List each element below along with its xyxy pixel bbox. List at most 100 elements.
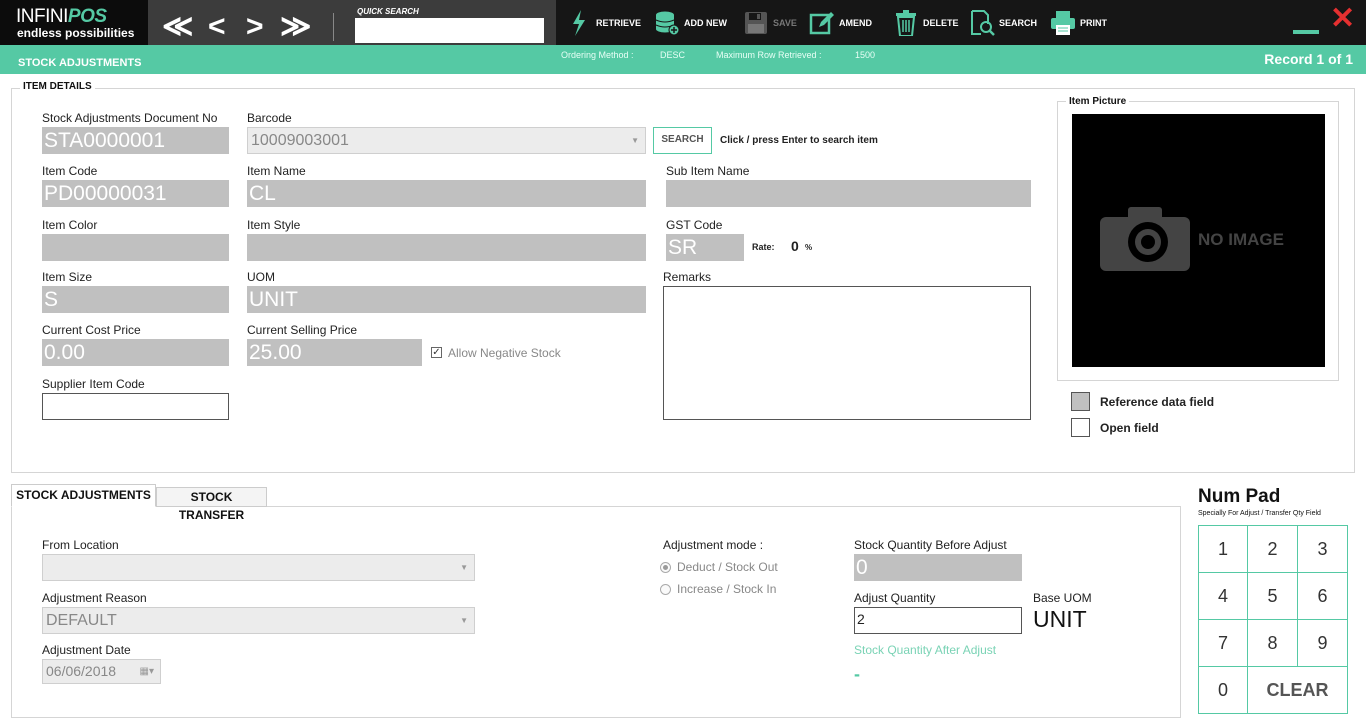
adjustment-reason-select[interactable]: DEFAULT ▼: [42, 607, 475, 634]
barcode-value: 10009003001: [251, 132, 349, 149]
edit-icon: [809, 10, 835, 36]
adjustment-date-picker[interactable]: 06/06/2018 ▦▾: [42, 659, 161, 684]
printer-icon: [1050, 10, 1076, 36]
logo-tagline: endless possibilities: [17, 26, 135, 40]
print-button[interactable]: PRINT: [1050, 8, 1107, 38]
logo-name-accent: POS: [67, 6, 107, 27]
nav-divider: [333, 13, 334, 41]
mode-increase-label: Increase / Stock In: [677, 582, 777, 596]
numpad-key-4[interactable]: 4: [1198, 572, 1248, 620]
numpad-key-3[interactable]: 3: [1297, 525, 1348, 573]
adjustment-reason-label: Adjustment Reason: [42, 591, 147, 605]
first-record-button[interactable]: ≪: [162, 12, 193, 42]
item-size-field: S: [42, 286, 229, 313]
delete-label: DELETE: [923, 18, 959, 28]
from-location-select[interactable]: ▼: [42, 554, 475, 581]
search-button[interactable]: SEARCH: [969, 8, 1037, 38]
quick-search-label: QUICK SEARCH: [357, 7, 419, 16]
adjustment-date-value: 06/06/2018: [46, 663, 117, 679]
item-color-label: Item Color: [42, 218, 98, 232]
item-code-label: Item Code: [42, 164, 98, 178]
doc-no-label: Stock Adjustments Document No: [42, 111, 218, 125]
minimize-button[interactable]: [1293, 30, 1319, 34]
print-label: PRINT: [1080, 18, 1107, 28]
numpad-subtitle: Specially For Adjust / Transfer Qty Fiel…: [1198, 510, 1321, 517]
numpad-key-6[interactable]: 6: [1297, 572, 1348, 620]
uom-label: UOM: [247, 270, 275, 284]
ordering-method-value: DESC: [660, 50, 686, 60]
item-name-field: CL: [247, 180, 646, 207]
base-uom-label: Base UOM: [1033, 591, 1092, 605]
numpad-key-5[interactable]: 5: [1247, 572, 1298, 620]
doc-no-field: STA0000001: [42, 127, 229, 154]
chevron-down-icon: ▼: [460, 563, 468, 572]
search-hint: Click / press Enter to search item: [720, 135, 878, 146]
adjustment-mode-label: Adjustment mode :: [663, 538, 764, 552]
database-add-icon: [654, 10, 680, 36]
save-button[interactable]: SAVE: [743, 8, 797, 38]
trash-icon: [893, 10, 919, 36]
qty-before-label: Stock Quantity Before Adjust: [854, 538, 1007, 552]
add-new-label: ADD NEW: [684, 18, 727, 28]
gst-code-label: GST Code: [666, 218, 723, 232]
numpad-title: Num Pad: [1198, 486, 1281, 507]
amend-button[interactable]: AMEND: [809, 8, 872, 38]
item-color-field: [42, 234, 229, 261]
remarks-label: Remarks: [663, 270, 712, 284]
open-legend-label: Open field: [1100, 421, 1159, 435]
amend-label: AMEND: [839, 18, 872, 28]
item-search-button[interactable]: SEARCH: [653, 127, 712, 154]
qty-after-value: -: [854, 664, 860, 684]
module-title: STOCK ADJUSTMENTS: [0, 45, 148, 74]
item-details-title: ITEM DETAILS: [20, 81, 95, 92]
rate-label: Rate:: [752, 242, 775, 252]
numpad-key-0[interactable]: 0: [1198, 666, 1248, 714]
tab-stock-transfer[interactable]: STOCK TRANSFER: [156, 487, 267, 522]
radio-selected-icon: [660, 561, 671, 573]
retrieve-button[interactable]: RETRIEVE: [566, 8, 641, 38]
allow-negative-checkbox[interactable]: ✓: [431, 347, 442, 358]
camera-icon: [1100, 207, 1190, 271]
supplier-code-input[interactable]: [42, 393, 229, 420]
item-picture-title: Item Picture: [1066, 96, 1130, 107]
item-name-label: Item Name: [247, 164, 306, 178]
rate-value: 0: [791, 238, 799, 254]
numpad-key-7[interactable]: 7: [1198, 619, 1248, 667]
numpad-clear-button[interactable]: CLEAR: [1247, 666, 1348, 714]
sub-item-name-label: Sub Item Name: [666, 164, 750, 178]
quick-search-input[interactable]: [355, 18, 544, 43]
base-uom-value: UNIT: [1033, 606, 1087, 632]
numpad-key-1[interactable]: 1: [1198, 525, 1248, 573]
adjust-qty-label: Adjust Quantity: [854, 591, 936, 605]
item-size-label: Item Size: [42, 270, 93, 284]
numpad-key-9[interactable]: 9: [1297, 619, 1348, 667]
numpad-key-8[interactable]: 8: [1247, 619, 1298, 667]
previous-record-button[interactable]: <: [208, 12, 226, 42]
retrieve-label: RETRIEVE: [596, 18, 642, 28]
allow-negative-label: Allow Negative Stock: [448, 346, 561, 360]
search-label: SEARCH: [999, 18, 1038, 28]
mode-deduct-radio[interactable]: Deduct / Stock Out: [660, 560, 778, 574]
open-legend-swatch: [1071, 418, 1090, 437]
supplier-code-label: Supplier Item Code: [42, 377, 145, 391]
floppy-disk-icon: [743, 10, 769, 36]
cost-price-label: Current Cost Price: [42, 323, 141, 337]
rate-unit: %: [805, 243, 813, 252]
remarks-textarea[interactable]: [663, 286, 1031, 420]
close-button[interactable]: ✕: [1330, 4, 1355, 34]
document-search-icon: [969, 10, 995, 36]
next-record-button[interactable]: >: [246, 12, 264, 42]
barcode-combo[interactable]: 10009003001 ▼: [247, 127, 646, 154]
qty-after-label: Stock Quantity After Adjust: [854, 643, 997, 657]
add-new-button[interactable]: ADD NEW: [654, 8, 727, 38]
no-image-text: NO IMAGE: [1198, 230, 1284, 249]
delete-button[interactable]: DELETE: [893, 8, 959, 38]
adjust-qty-input[interactable]: 2: [854, 607, 1022, 634]
last-record-button[interactable]: ≫: [280, 12, 311, 42]
cost-price-field: 0.00: [42, 339, 229, 366]
mode-increase-radio[interactable]: Increase / Stock In: [660, 582, 776, 596]
tab-stock-adjustments[interactable]: STOCK ADJUSTMENTS: [11, 484, 156, 507]
item-style-label: Item Style: [247, 218, 301, 232]
barcode-label: Barcode: [247, 111, 292, 125]
numpad-key-2[interactable]: 2: [1247, 525, 1298, 573]
